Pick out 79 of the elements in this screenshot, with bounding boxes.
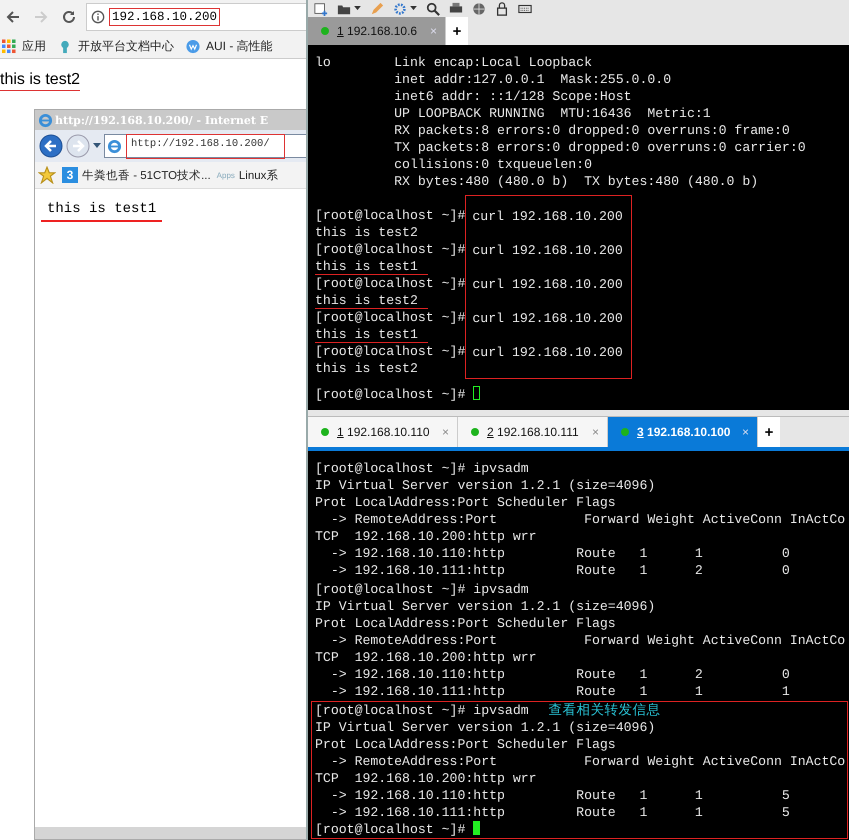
page-text: this is test1	[41, 201, 162, 222]
prompt-text: [root@localhost ~]#	[315, 387, 466, 402]
terminal-line: Prot LocalAddress:Port Scheduler Flags	[315, 615, 617, 632]
url-text: 192.168.10.200	[109, 8, 220, 26]
printer-icon[interactable]	[449, 2, 463, 16]
lock-icon[interactable]	[495, 2, 509, 16]
session-tab[interactable]: 3 192.168.10.100 ×	[608, 417, 758, 447]
prompt-text: [root@localhost ~]#	[315, 241, 466, 258]
command-text: curl 192.168.10.200	[472, 311, 623, 326]
terminal-line: -> 192.168.10.110:http Route 1 1 0	[330, 545, 791, 562]
output-text: this is test2	[315, 293, 428, 309]
bookmark-item[interactable]: 开放平台文档中心	[58, 38, 174, 54]
add-tab-button[interactable]: +	[758, 417, 780, 447]
search-icon[interactable]	[426, 2, 440, 16]
terminal-line: -> RemoteAddress:Port Forward Weight ActiveConn InActCo	[330, 753, 846, 770]
prompt-text: [root@localhost ~]#	[315, 275, 466, 292]
bookmark-item[interactable]: 应用	[2, 38, 46, 54]
caret-icon[interactable]	[410, 6, 417, 11]
prompt-text: [root@localhost ~]#	[315, 309, 466, 326]
command-line: [root@localhost ~]# ipvsadm	[315, 582, 529, 597]
terminal-line: IP Virtual Server version 1.2.1 (size=4096)	[315, 598, 656, 615]
terminal-line: lo Link encap:Local Loopback	[315, 54, 593, 71]
terminal-line: IP Virtual Server version 1.2.1 (size=4096)	[315, 719, 656, 736]
terminal-line: -> RemoteAddress:Port Forward Weight ActiveConn InActCo	[330, 511, 846, 528]
bookmark-item[interactable]: AUI - 高性能	[186, 38, 273, 54]
new-window-icon[interactable]	[314, 2, 328, 16]
terminal-line: -> 192.168.10.111:http Route 1 1 1	[330, 683, 791, 700]
terminal-line: Prot LocalAddress:Port Scheduler Flags	[315, 494, 617, 511]
prompt-text: [root@localhost ~]#	[315, 343, 466, 360]
star-icon[interactable]	[38, 166, 56, 184]
terminal-line: Prot LocalAddress:Port Scheduler Flags	[315, 736, 617, 753]
output-text: this is test2	[315, 225, 418, 240]
terminal-line: UP LOOPBACK RUNNING MTU:16436 Metric:1	[393, 105, 712, 122]
terminal-line: -> 192.168.10.111:http Route 1 2 0	[330, 562, 791, 579]
command-text: curl 192.168.10.200	[472, 345, 623, 360]
terminal-line: TX packets:8 errors:0 dropped:0 overruns:0 carrier:0	[393, 139, 807, 156]
terminal-line: RX packets:8 errors:0 dropped:0 overruns:0 frame:0	[393, 122, 791, 139]
command-line: [root@localhost ~]# ipvsadm	[315, 703, 529, 718]
e-logo-icon	[107, 138, 122, 154]
terminal-line: RX bytes:480 (480.0 b) TX bytes:480 (480.0 b)	[393, 173, 760, 190]
session-tab[interactable]: 1 192.168.10.110 ×	[308, 417, 458, 447]
output-text: this is test1	[315, 259, 428, 275]
prompt-text: [root@localhost ~]#	[315, 207, 466, 224]
back-button-icon[interactable]	[39, 134, 63, 158]
terminal-line: inet6 addr: ::1/128 Scope:Host	[393, 88, 633, 105]
terminal-line: -> 192.168.10.110:http Route 1 1 5	[330, 787, 791, 804]
prompt-text: [root@localhost ~]#	[315, 822, 466, 837]
bookmark-circle-icon	[186, 38, 200, 54]
command-line: [root@localhost ~]# ipvsadm	[315, 461, 529, 476]
caret-icon[interactable]	[354, 6, 361, 11]
info-icon	[91, 10, 105, 24]
session-tab[interactable]: 1 192.168.10.6 ×	[308, 17, 446, 45]
session-tab[interactable]: 2 192.168.10.111 ×	[458, 417, 608, 447]
url-text: http://192.168.10.200/	[126, 134, 285, 158]
caret-icon[interactable]	[93, 143, 101, 149]
address-bar[interactable]: 192.168.10.200	[86, 3, 306, 31]
address-bar[interactable]: http://192.168.10.200/	[104, 134, 306, 158]
output-text: this is test2	[315, 361, 418, 376]
terminal-line: TCP 192.168.10.200:http wrr	[315, 528, 538, 545]
terminal-line: -> 192.168.10.110:http Route 1 2 0	[330, 666, 791, 683]
add-tab-button[interactable]: +	[446, 17, 468, 45]
e-logo-icon	[38, 112, 53, 128]
apps-grid-icon	[2, 38, 16, 54]
terminal-line: -> 192.168.10.111:http Route 1 1 5	[330, 804, 791, 821]
annotation-text: 查看相关转发信息	[548, 702, 661, 718]
terminal-line: IP Virtual Server version 1.2.1 (size=4096)	[315, 477, 656, 494]
page-text: this is test2	[0, 71, 80, 91]
terminal-line: TCP 192.168.10.200:http wrr	[315, 770, 538, 787]
terminal-line: TCP 192.168.10.200:http wrr	[315, 649, 538, 666]
terminal-line: inet addr:127.0.0.1 Mask:255.0.0.0	[393, 71, 672, 88]
command-text: curl 192.168.10.200	[472, 277, 623, 292]
favorite-link[interactable]: 3 牛粪也香 - 51CTO技术...	[62, 167, 211, 183]
output-text: this is test1	[315, 327, 428, 343]
command-text: curl 192.168.10.200	[472, 243, 623, 258]
favorite-link[interactable]: Apps Linux系	[216, 168, 278, 182]
terminal-line: collisions:0 txqueuelen:0	[393, 156, 593, 173]
terminal-line: -> RemoteAddress:Port Forward Weight ActiveConn InActCo	[330, 632, 846, 649]
globe-icon[interactable]	[472, 2, 486, 16]
command-text: curl 192.168.10.200	[472, 209, 623, 224]
